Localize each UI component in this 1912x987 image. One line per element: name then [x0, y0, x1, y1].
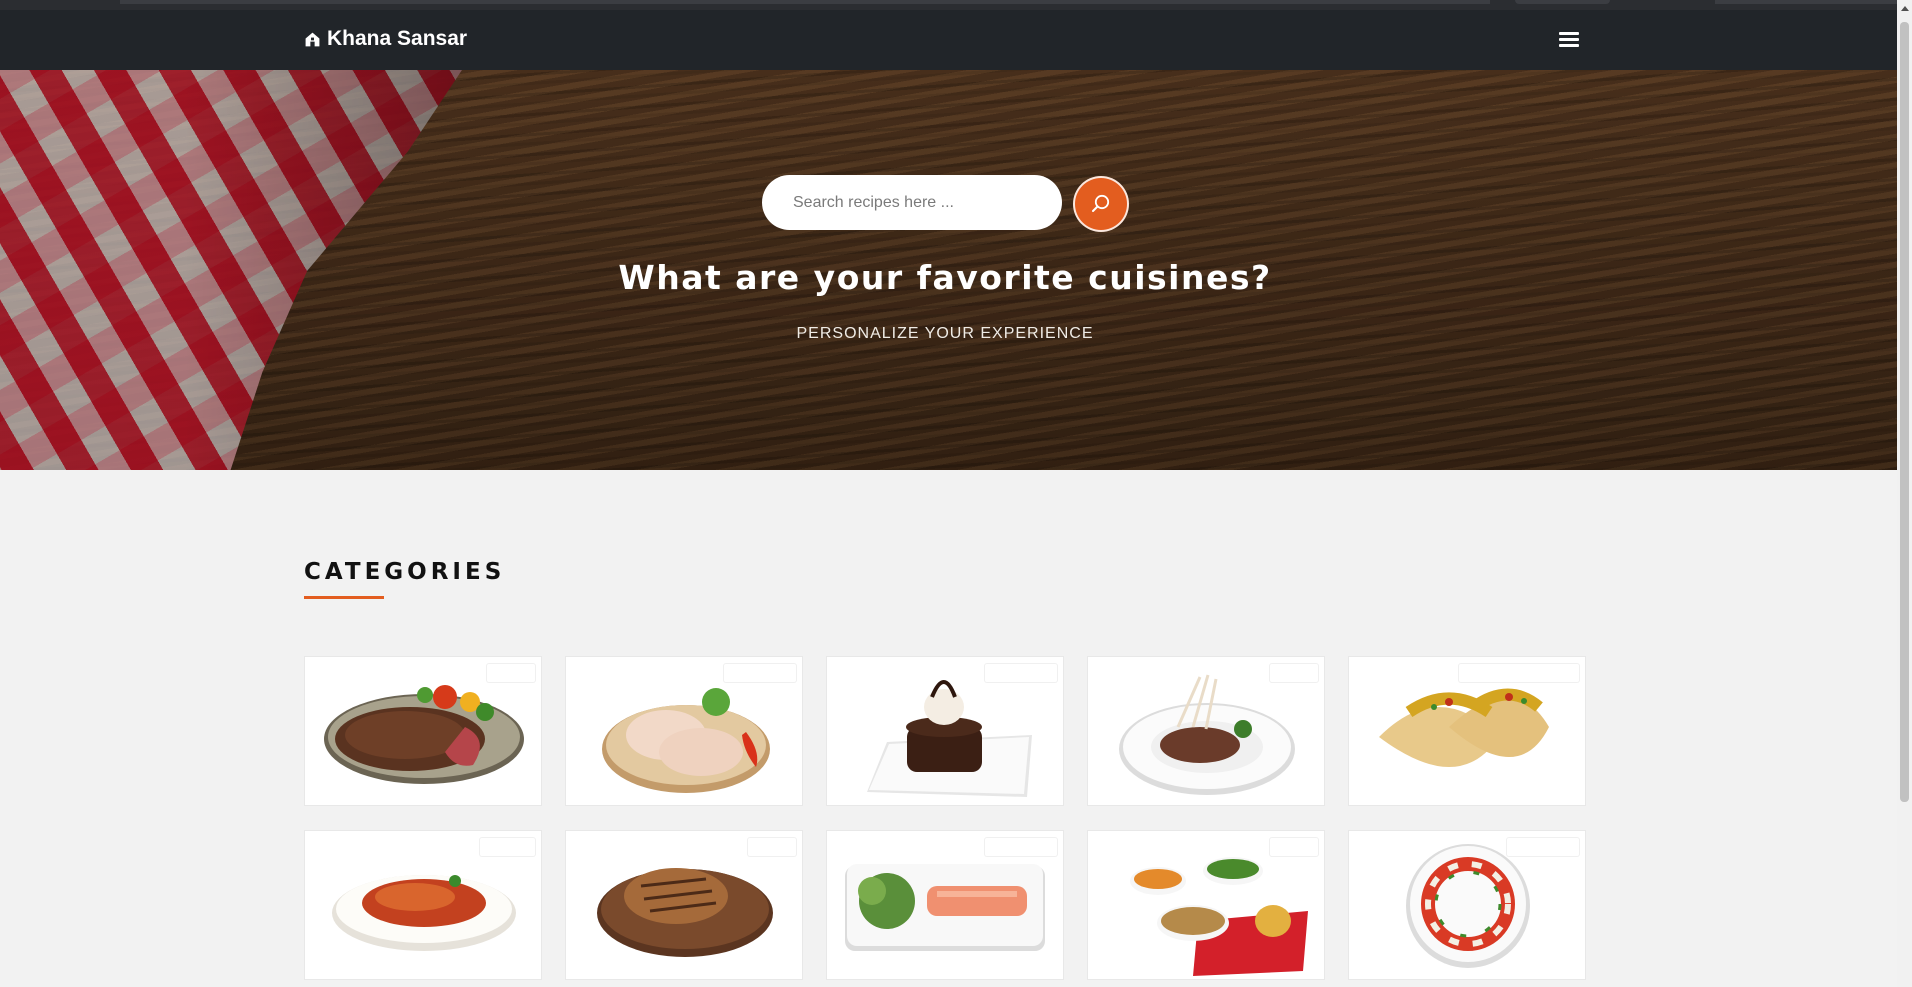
search-input[interactable]	[762, 175, 1062, 230]
card-tag	[487, 664, 535, 682]
browser-top-bar	[0, 0, 1897, 10]
scroll-up-arrow-icon[interactable]	[1901, 6, 1909, 11]
category-card[interactable]	[1348, 830, 1586, 980]
hero-banner: What are your favorite cuisines? PERSONA…	[0, 70, 1897, 470]
category-card[interactable]	[304, 656, 542, 806]
hero-subtitle: PERSONALIZE YOUR EXPERIENCE	[796, 325, 1094, 342]
categories-heading: CATEGORIES	[304, 559, 506, 585]
card-tag	[1507, 838, 1579, 856]
search-box	[762, 175, 1062, 230]
card-tag	[480, 838, 535, 856]
page-scrollbar[interactable]	[1897, 0, 1912, 987]
search-icon	[1092, 194, 1110, 212]
category-card[interactable]	[1087, 830, 1325, 980]
card-tag	[1270, 838, 1318, 856]
card-tag	[724, 664, 796, 682]
card-tag	[985, 664, 1057, 682]
card-tag	[985, 838, 1057, 856]
scrollbar-thumb[interactable]	[1900, 22, 1909, 802]
browser-toolbar-segment	[120, 0, 1490, 4]
hamburger-menu-icon[interactable]	[1556, 28, 1586, 52]
category-card[interactable]	[304, 830, 542, 980]
browser-toolbar-segment	[1715, 0, 1897, 4]
category-card[interactable]	[1087, 656, 1325, 806]
category-card[interactable]	[565, 656, 803, 806]
home-icon	[305, 32, 320, 46]
navbar: Khana Sansar	[0, 10, 1897, 70]
card-tag	[748, 838, 796, 856]
brand-link[interactable]: Khana Sansar	[304, 27, 467, 51]
category-card[interactable]	[826, 656, 1064, 806]
hero-title: What are your favorite cuisines?	[618, 258, 1272, 297]
category-card[interactable]	[565, 830, 803, 980]
category-card[interactable]	[1348, 656, 1586, 806]
category-card[interactable]	[826, 830, 1064, 980]
heading-underline	[304, 596, 384, 599]
browser-toolbar-button[interactable]	[1515, 0, 1610, 4]
search-button[interactable]	[1073, 176, 1129, 232]
card-tag	[1270, 664, 1318, 682]
brand-name: Khana Sansar	[327, 27, 468, 50]
card-tag	[1459, 664, 1579, 682]
